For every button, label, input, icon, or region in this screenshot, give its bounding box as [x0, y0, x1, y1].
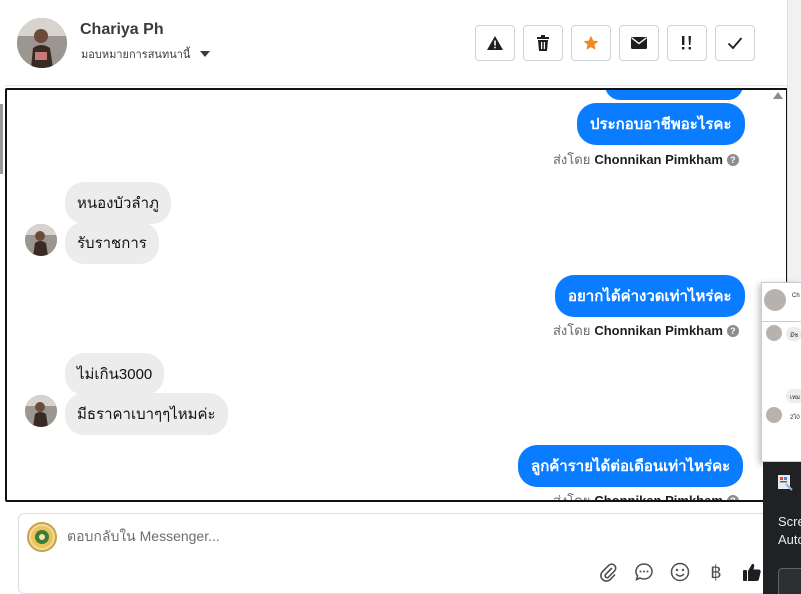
- notification-action-button[interactable]: [778, 568, 801, 594]
- composer-toolbar: ฿: [597, 560, 763, 584]
- messenger-inbox-page: Chariya Ph มอบหมายการสนทนานี้ ประกอบอาชี…: [0, 0, 801, 594]
- attach-button[interactable]: [597, 560, 619, 584]
- baht-icon: ฿: [710, 561, 722, 582]
- page-logo: [27, 522, 57, 552]
- help-icon[interactable]: ?: [726, 324, 739, 337]
- sent-by-prefix: ส่งโดย: [553, 152, 591, 167]
- exclamation-icon: [682, 36, 691, 50]
- chat-bubble-icon: [635, 563, 653, 581]
- conversation-header: Chariya Ph มอบหมายการสนทนานี้: [0, 0, 787, 86]
- sent-by-agent[interactable]: Chonnikan Pimkham: [594, 152, 723, 167]
- screenshot-app-icon: [778, 475, 793, 491]
- assign-label: มอบหมายการสนทนานี้: [81, 49, 191, 61]
- reply-input[interactable]: [67, 528, 717, 544]
- envelope-icon: [631, 37, 647, 49]
- star-button[interactable]: [571, 25, 611, 61]
- report-button[interactable]: [475, 25, 515, 61]
- sent-by-label: ส่งโดย Chonnikan Pimkham ?: [553, 149, 739, 170]
- scroll-up-arrow-icon[interactable]: [773, 92, 783, 99]
- message-bubble-incoming[interactable]: หนองบัวลำภู: [65, 182, 171, 224]
- priority-button[interactable]: [667, 25, 707, 61]
- message-bubble-outgoing[interactable]: อยากได้ค่างวดเท่าไหร่คะ: [555, 275, 745, 317]
- message-bubble-incoming[interactable]: รับราชการ: [65, 222, 159, 264]
- like-button[interactable]: [741, 560, 763, 584]
- sent-by-agent[interactable]: Chonnikan Pimkham: [594, 493, 723, 500]
- smiley-icon: [670, 562, 690, 582]
- message-list: ประกอบอาชีพอะไรคะ ส่งโดย Chonnikan Pimkh…: [7, 90, 786, 500]
- saved-replies-button[interactable]: [633, 560, 655, 584]
- header-divider: [5, 85, 787, 86]
- sent-by-prefix: ส่งโดย: [553, 493, 591, 502]
- notification-subtitle: Auto: [778, 532, 801, 547]
- notification-title: Scre: [778, 514, 801, 529]
- mark-done-button[interactable]: [715, 25, 755, 61]
- contact-avatar[interactable]: [17, 18, 67, 68]
- thumbs-up-icon: [743, 563, 761, 581]
- popup-avatar: [764, 289, 786, 311]
- contact-avatar-small[interactable]: [25, 395, 57, 427]
- delete-button[interactable]: [523, 25, 563, 61]
- conversation-actions: [475, 25, 755, 61]
- payment-button[interactable]: ฿: [705, 560, 727, 584]
- check-icon: [727, 37, 743, 50]
- paperclip-icon: [600, 563, 617, 582]
- message-bubble-outgoing[interactable]: ประกอบอาชีพอะไรคะ: [577, 103, 745, 145]
- contact-name[interactable]: Chariya Ph: [80, 21, 164, 39]
- assign-conversation-dropdown[interactable]: มอบหมายการสนทนานี้: [81, 45, 211, 63]
- popup-name: Ch: [792, 293, 800, 299]
- message-bubble-incoming[interactable]: มีธราคาเบาๆๆไหมค่ะ: [65, 393, 228, 435]
- screenshot-notification[interactable]: Scre Auto: [763, 462, 801, 594]
- sent-by-label: ส่งโดย Chonnikan Pimkham ?: [553, 320, 739, 341]
- message-bubble-outgoing[interactable]: ลูกค้ารายได้ต่อเดือนเท่าไหร่คะ: [518, 445, 744, 487]
- popup-avatar-small: [766, 407, 782, 423]
- contact-avatar-small[interactable]: [25, 224, 57, 256]
- page-scrollbar[interactable]: [787, 0, 801, 282]
- help-icon[interactable]: ?: [726, 153, 739, 166]
- left-panel-edge: [0, 104, 3, 174]
- help-icon[interactable]: ?: [726, 494, 739, 500]
- message-bubble-incoming[interactable]: ไม่เกิน3000: [65, 353, 165, 395]
- caret-down-icon: [200, 51, 211, 57]
- star-icon: [583, 35, 599, 50]
- sent-by-prefix: ส่งโดย: [553, 323, 591, 338]
- emoji-button[interactable]: [669, 560, 691, 584]
- popup-bubble: เหม: [786, 389, 801, 403]
- trash-icon: [537, 35, 549, 51]
- popup-divider: [762, 321, 801, 322]
- popup-avatar-small: [766, 325, 782, 341]
- popup-text: 2ไ0: [790, 415, 800, 421]
- sent-by-agent[interactable]: Chonnikan Pimkham: [594, 323, 723, 338]
- reply-composer: ฿: [18, 513, 778, 594]
- popup-bubble: มีช: [786, 327, 801, 341]
- mark-unread-button[interactable]: [619, 25, 659, 61]
- warning-icon: [487, 36, 503, 50]
- message-bubble-partial[interactable]: [605, 90, 743, 100]
- sent-by-label: ส่งโดย Chonnikan Pimkham ?: [553, 490, 739, 502]
- message-thread[interactable]: ประกอบอาชีพอะไรคะ ส่งโดย Chonnikan Pimkh…: [5, 88, 788, 502]
- chat-popup-preview[interactable]: Ch มีช เหม 2ไ0: [761, 282, 801, 462]
